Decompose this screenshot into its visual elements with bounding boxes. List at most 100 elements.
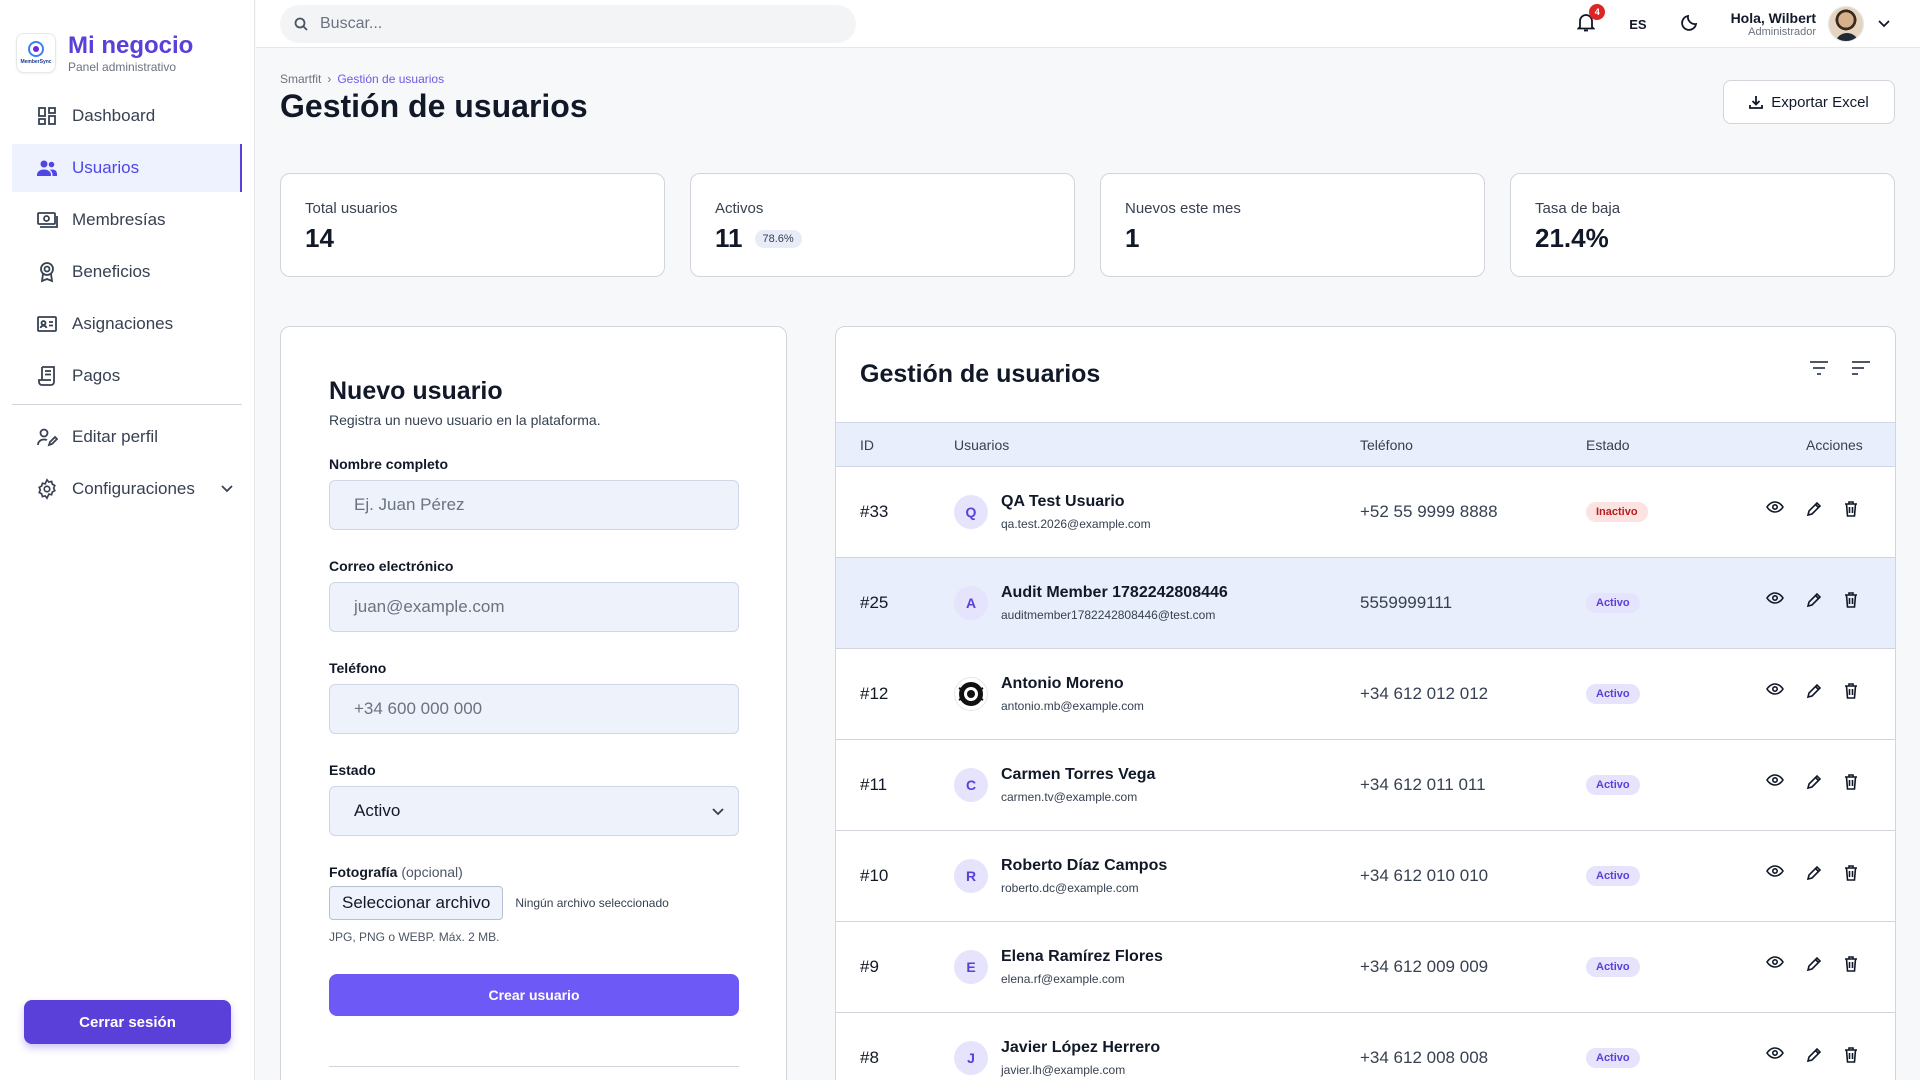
edit-icon[interactable] <box>1806 865 1822 881</box>
sort-icon[interactable] <box>1851 361 1871 375</box>
sidebar-item-usuarios[interactable]: Usuarios <box>12 144 242 192</box>
user-initial-avatar: E <box>954 950 988 984</box>
column-header-telefono[interactable]: Teléfono <box>1360 437 1413 453</box>
export-excel-button[interactable]: Exportar Excel <box>1723 80 1895 124</box>
user-name: Elena Ramírez Flores <box>1001 948 1163 965</box>
edit-icon[interactable] <box>1806 956 1822 972</box>
delete-icon[interactable] <box>1844 592 1858 608</box>
user-menu-chevron-icon[interactable] <box>1878 15 1890 33</box>
user-phone: +34 612 012 012 <box>1360 684 1489 703</box>
edit-icon[interactable] <box>1806 683 1822 699</box>
view-icon[interactable] <box>1766 956 1784 972</box>
user-email: qa.test.2026@example.com <box>1001 517 1151 531</box>
notifications-button[interactable]: 4 <box>1576 3 1606 37</box>
search-icon <box>294 17 308 31</box>
delete-icon[interactable] <box>1844 1047 1858 1063</box>
breadcrumb-separator: › <box>327 72 332 86</box>
sidebar-item-dashboard[interactable]: Dashboard <box>12 92 242 140</box>
sidebar: MemberSync Mi negocio Panel administrati… <box>0 0 255 1080</box>
view-icon[interactable] <box>1766 501 1784 517</box>
table-header: ID Usuarios Teléfono Estado Acciones <box>836 422 1895 467</box>
name-field[interactable]: Ej. Juan Pérez <box>329 480 739 530</box>
chevron-down-icon <box>712 801 724 821</box>
delete-icon[interactable] <box>1844 683 1858 699</box>
user-info[interactable]: Hola, Wilbert Administrador <box>1731 10 1816 39</box>
edit-icon[interactable] <box>1806 592 1822 608</box>
table-row[interactable]: #12 Antonio Moreno antonio.mb@example.co… <box>836 649 1895 740</box>
form-subtitle: Registra un nuevo usuario en la platafor… <box>329 412 601 428</box>
language-switch[interactable]: ES <box>1629 17 1646 32</box>
stat-label: Nuevos este mes <box>1125 200 1241 217</box>
breadcrumb-root[interactable]: Smartfit <box>280 72 321 86</box>
sidebar-item-asignaciones[interactable]: Asignaciones <box>12 300 242 348</box>
user-phone: +34 612 009 009 <box>1360 957 1489 976</box>
search-input[interactable]: Buscar... <box>280 5 856 43</box>
view-icon[interactable] <box>1766 592 1784 608</box>
stat-value: 11 <box>715 223 743 253</box>
column-header-estado[interactable]: Estado <box>1586 437 1630 453</box>
sidebar-item-membresias[interactable]: Membresías <box>12 196 242 244</box>
create-user-button[interactable]: Crear usuario <box>329 974 739 1016</box>
view-icon[interactable] <box>1766 683 1784 699</box>
search-placeholder: Buscar... <box>320 15 383 32</box>
avatar[interactable] <box>1828 6 1864 42</box>
user-name: Roberto Díaz Campos <box>1001 857 1168 874</box>
column-header-usuarios[interactable]: Usuarios <box>954 437 1009 453</box>
form-divider <box>329 1066 739 1067</box>
filter-icon[interactable] <box>1809 361 1829 375</box>
view-icon[interactable] <box>1766 774 1784 790</box>
edit-icon[interactable] <box>1806 774 1822 790</box>
logo-ring-icon <box>28 41 44 57</box>
name-placeholder: Ej. Juan Pérez <box>354 495 465 514</box>
table-row[interactable]: #8 J Javier López Herrero javier.lh@exam… <box>836 1013 1895 1080</box>
edit-icon[interactable] <box>1806 501 1822 517</box>
column-header-id[interactable]: ID <box>860 437 874 453</box>
sidebar-item-editar-perfil[interactable]: Editar perfil <box>12 413 242 461</box>
chevron-down-icon[interactable] <box>221 482 233 496</box>
status-select[interactable]: Activo <box>329 786 739 836</box>
table-row[interactable]: #11 C Carmen Torres Vega carmen.tv@examp… <box>836 740 1895 831</box>
download-icon <box>1749 95 1764 109</box>
table-row[interactable]: #9 E Elena Ramírez Flores elena.rf@examp… <box>836 922 1895 1013</box>
choose-file-button[interactable]: Seleccionar archivo <box>329 886 504 920</box>
sidebar-item-pagos[interactable]: Pagos <box>12 352 242 400</box>
sidebar-item-configuraciones[interactable]: Configuraciones <box>12 465 242 513</box>
breadcrumb-current: Gestión de usuarios <box>337 72 445 86</box>
user-initial-avatar: R <box>954 859 988 893</box>
stat-value: 14 <box>305 223 334 253</box>
table-row[interactable]: #33 Q QA Test Usuario qa.test.2026@examp… <box>836 467 1895 558</box>
status-badge: Inactivo <box>1586 502 1648 522</box>
user-name: Javier López Herrero <box>1001 1039 1161 1056</box>
email-field[interactable]: juan@example.com <box>329 582 739 632</box>
delete-icon[interactable] <box>1844 501 1858 517</box>
user-greeting: Hola, Wilbert <box>1730 9 1816 26</box>
moon-icon <box>1680 13 1699 36</box>
stat-card-activos: Activos 11 78.6% <box>690 173 1075 277</box>
table-row[interactable]: #25 A Audit Member 1782242808446 auditme… <box>836 558 1895 649</box>
name-label: Nombre completo <box>329 456 449 472</box>
delete-icon[interactable] <box>1844 956 1858 972</box>
sidebar-item-beneficios[interactable]: Beneficios <box>12 248 242 296</box>
logout-button[interactable]: Cerrar sesión <box>24 1000 231 1044</box>
delete-icon[interactable] <box>1844 865 1858 881</box>
sidebar-item-label: Beneficios <box>72 262 151 281</box>
table-row[interactable]: #10 R Roberto Díaz Campos roberto.dc@exa… <box>836 831 1895 922</box>
user-role: Administrador <box>1748 25 1816 38</box>
sidebar-nav: Dashboard Usuarios Membresías Beneficios… <box>0 92 254 513</box>
status-badge: Activo <box>1586 866 1640 886</box>
phone-field[interactable]: +34 600 000 000 <box>329 684 739 734</box>
stat-label: Tasa de baja <box>1535 200 1621 217</box>
dark-mode-toggle[interactable] <box>1680 13 1699 36</box>
brand[interactable]: MemberSync Mi negocio Panel administrati… <box>0 0 254 80</box>
user-email: javier.lh@example.com <box>1001 1063 1126 1077</box>
user-id: #25 <box>860 593 889 612</box>
user-id: #33 <box>860 502 889 521</box>
status-select-value: Activo <box>354 801 401 820</box>
delete-icon[interactable] <box>1844 774 1858 790</box>
edit-icon[interactable] <box>1806 1047 1822 1063</box>
user-phone: 5559999111 <box>1360 593 1453 612</box>
photo-label-text: Fotografía <box>329 864 398 880</box>
view-icon[interactable] <box>1766 1047 1784 1063</box>
view-icon[interactable] <box>1766 865 1784 881</box>
status-badge: Activo <box>1586 957 1640 977</box>
